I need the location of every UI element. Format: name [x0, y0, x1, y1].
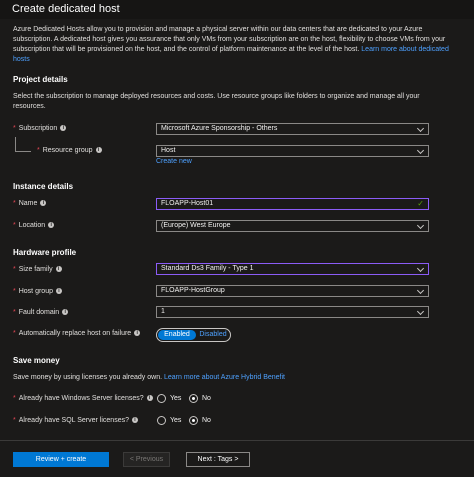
chevron-down-icon	[416, 264, 425, 273]
project-details-heading: Project details	[13, 75, 68, 84]
subscription-dropdown[interactable]: Microsoft Azure Sponsorship - Others	[156, 123, 429, 135]
required-marker: *	[13, 266, 16, 273]
chevron-down-icon	[416, 124, 425, 133]
project-details-description: Select the subscription to manage deploy…	[13, 93, 420, 110]
chevron-down-icon	[416, 221, 425, 230]
sql-no-radio[interactable]	[189, 416, 198, 425]
next-tags-button[interactable]: Next : Tags >	[186, 452, 250, 467]
hardware-profile-heading: Hardware profile	[13, 248, 77, 257]
required-marker: *	[13, 417, 16, 424]
info-icon[interactable]: i	[134, 330, 141, 337]
sql-yes-radio[interactable]	[157, 416, 166, 425]
size-family-label: * Size family i	[13, 266, 62, 273]
required-marker: *	[13, 330, 16, 337]
page-title: Create dedicated host	[12, 3, 120, 15]
required-marker: *	[13, 395, 16, 402]
host-group-label: * Host group i	[13, 288, 62, 295]
windows-no-radio[interactable]	[189, 394, 198, 403]
info-icon[interactable]: i	[95, 147, 102, 154]
info-icon[interactable]: i	[48, 222, 55, 229]
fault-domain-dropdown[interactable]: 1	[156, 306, 429, 318]
location-dropdown[interactable]: (Europe) West Europe	[156, 220, 429, 232]
fault-domain-label: * Fault domain i	[13, 309, 69, 316]
info-icon[interactable]: i	[55, 288, 62, 295]
instance-details-heading: Instance details	[13, 182, 74, 191]
info-icon[interactable]: i	[62, 309, 69, 316]
required-marker: *	[13, 288, 16, 295]
required-marker: *	[37, 147, 40, 154]
review-create-button[interactable]: Review + create	[13, 452, 109, 467]
intro-text: Azure Dedicated Hosts allow you to provi…	[13, 25, 453, 65]
name-input[interactable]: FLOAPP-Host01 ✓	[156, 198, 429, 210]
sql-no-label: No	[202, 417, 211, 424]
save-money-heading: Save money	[13, 356, 60, 365]
windows-no-label: No	[202, 395, 211, 402]
windows-yes-label: Yes	[170, 395, 182, 402]
info-icon[interactable]: i	[60, 125, 67, 132]
resource-group-label: * Resource group i	[37, 147, 102, 154]
resource-group-dropdown[interactable]: Host	[156, 145, 429, 157]
sql-license-label: * Already have SQL Server licenses? i	[13, 417, 138, 424]
info-icon[interactable]: i	[146, 395, 153, 402]
windows-license-label: * Already have Windows Server licenses? i	[13, 395, 153, 402]
info-icon[interactable]: i	[131, 417, 138, 424]
location-label: * Location i	[13, 222, 55, 229]
chevron-down-icon	[416, 146, 425, 155]
azure-hybrid-benefit-link[interactable]: Learn more about Azure Hybrid Benefit	[164, 374, 285, 381]
info-icon[interactable]: i	[40, 200, 47, 207]
create-new-resource-group-link[interactable]: Create new	[156, 158, 192, 165]
toggle-enabled-option[interactable]: Enabled	[158, 330, 196, 340]
required-marker: *	[13, 125, 16, 132]
windows-yes-radio[interactable]	[157, 394, 166, 403]
checkmark-icon: ✓	[417, 199, 424, 208]
chevron-down-icon	[416, 286, 425, 295]
tree-connector	[15, 137, 31, 152]
auto-replace-label: * Automatically replace host on failure i	[13, 330, 141, 337]
name-label: * Name i	[13, 200, 47, 207]
required-marker: *	[13, 309, 16, 316]
title-bar: Create dedicated host	[0, 0, 474, 19]
info-icon[interactable]: i	[55, 266, 62, 273]
subscription-label: * Subscription i	[13, 125, 67, 132]
required-marker: *	[13, 222, 16, 229]
auto-replace-toggle[interactable]: Enabled Disabled	[156, 328, 231, 342]
toggle-disabled-option[interactable]: Disabled	[197, 330, 229, 340]
required-marker: *	[13, 200, 16, 207]
previous-button[interactable]: < Previous	[123, 452, 170, 467]
host-group-dropdown[interactable]: FLOAPP-HostGroup	[156, 285, 429, 297]
footer-bar: Review + create < Previous Next : Tags >	[0, 440, 474, 477]
chevron-down-icon	[416, 307, 425, 316]
save-money-description: Save money by using licenses you already…	[13, 374, 285, 381]
size-family-dropdown[interactable]: Standard Ds3 Family - Type 1	[156, 263, 429, 275]
sql-yes-label: Yes	[170, 417, 182, 424]
